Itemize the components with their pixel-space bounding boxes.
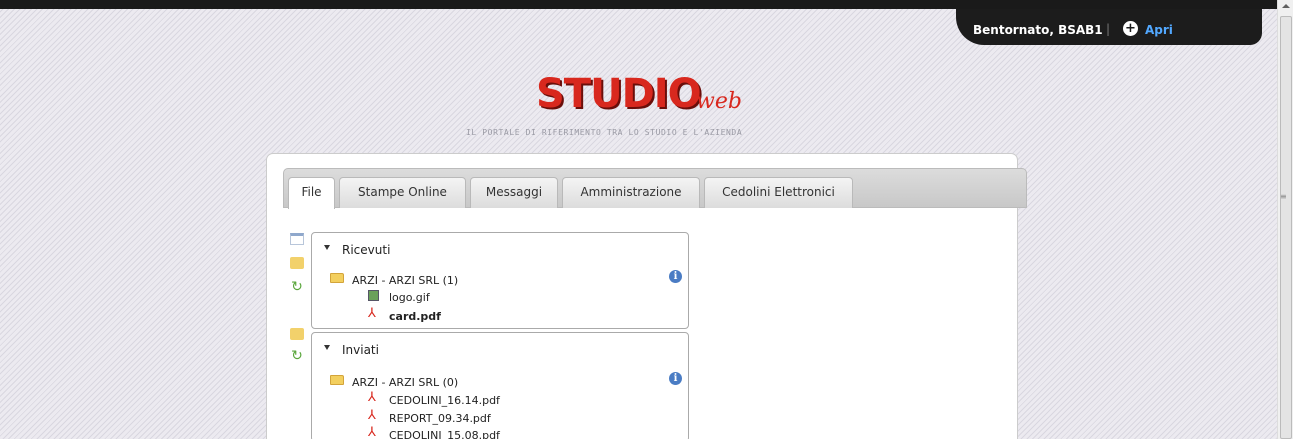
- scroll-up-arrow-icon[interactable]: [1282, 4, 1290, 8]
- tab-amministrazione[interactable]: Amministrazione: [562, 177, 700, 208]
- tab-cedolini-elettronici[interactable]: Cedolini Elettronici: [704, 177, 853, 208]
- file-item[interactable]: card.pdf: [389, 310, 441, 323]
- tab-messaggi[interactable]: Messaggi: [470, 177, 558, 208]
- tab-file[interactable]: File: [288, 177, 335, 209]
- logo-main: STUDIO: [536, 71, 702, 117]
- calendar-icon[interactable]: [290, 233, 304, 245]
- refresh-icon[interactable]: ↻: [290, 349, 304, 363]
- image-icon: [368, 290, 379, 301]
- sent-title[interactable]: Inviati: [342, 343, 379, 357]
- tagline: IL PORTALE DI RIFERIMENTO TRA LO STUDIO …: [466, 128, 743, 137]
- logo-suffix: web: [696, 89, 742, 114]
- welcome-text: Bentornato, BSAB1: [973, 23, 1103, 37]
- collapse-arrow-icon[interactable]: [324, 345, 330, 350]
- scroll-grip-icon: ≡: [1280, 192, 1287, 201]
- folder-icon[interactable]: [290, 328, 304, 340]
- folder-open-icon: [330, 273, 344, 283]
- scroll-thumb[interactable]: [1280, 16, 1292, 439]
- pdf-icon: ⅄: [368, 408, 376, 423]
- refresh-icon[interactable]: ↻: [290, 280, 304, 294]
- pdf-icon: ⅄: [368, 425, 376, 439]
- sent-folder-label[interactable]: ARZI - ARZI SRL (0): [352, 376, 458, 389]
- pdf-icon: ⅄: [368, 306, 376, 321]
- info-icon[interactable]: i: [669, 372, 682, 385]
- file-item[interactable]: CEDOLINI_15.08.pdf: [389, 429, 500, 439]
- header-separator: |: [1106, 22, 1111, 36]
- tab-bar: File Stampe Online Messaggi Amministrazi…: [283, 168, 1027, 209]
- tab-stampe-online[interactable]: Stampe Online: [339, 177, 466, 208]
- sent-box: Inviati ARZI - ARZI SRL (0) i ⅄ CEDOLINI…: [311, 332, 689, 439]
- top-bar: [0, 0, 1277, 9]
- file-item[interactable]: logo.gif: [389, 291, 430, 304]
- collapse-arrow-icon[interactable]: [324, 245, 330, 250]
- folder-open-icon: [330, 375, 344, 385]
- info-icon[interactable]: i: [669, 270, 682, 283]
- file-item[interactable]: REPORT_09.34.pdf: [389, 412, 491, 425]
- received-folder-label[interactable]: ARZI - ARZI SRL (1): [352, 274, 458, 287]
- studio-web-logo: STUDIO web: [536, 71, 742, 117]
- pdf-icon: ⅄: [368, 390, 376, 405]
- open-link[interactable]: Apri: [1145, 23, 1173, 37]
- vertical-scrollbar[interactable]: ≡: [1277, 0, 1293, 439]
- user-box: Bentornato, BSAB1 | + Apri: [956, 9, 1262, 45]
- received-box: Ricevuti ARZI - ARZI SRL (1) i logo.gif …: [311, 232, 689, 329]
- received-title[interactable]: Ricevuti: [342, 243, 390, 257]
- file-item[interactable]: CEDOLINI_16.14.pdf: [389, 394, 500, 407]
- upload-folder-icon[interactable]: [290, 257, 304, 269]
- plus-circle-icon[interactable]: +: [1123, 21, 1138, 36]
